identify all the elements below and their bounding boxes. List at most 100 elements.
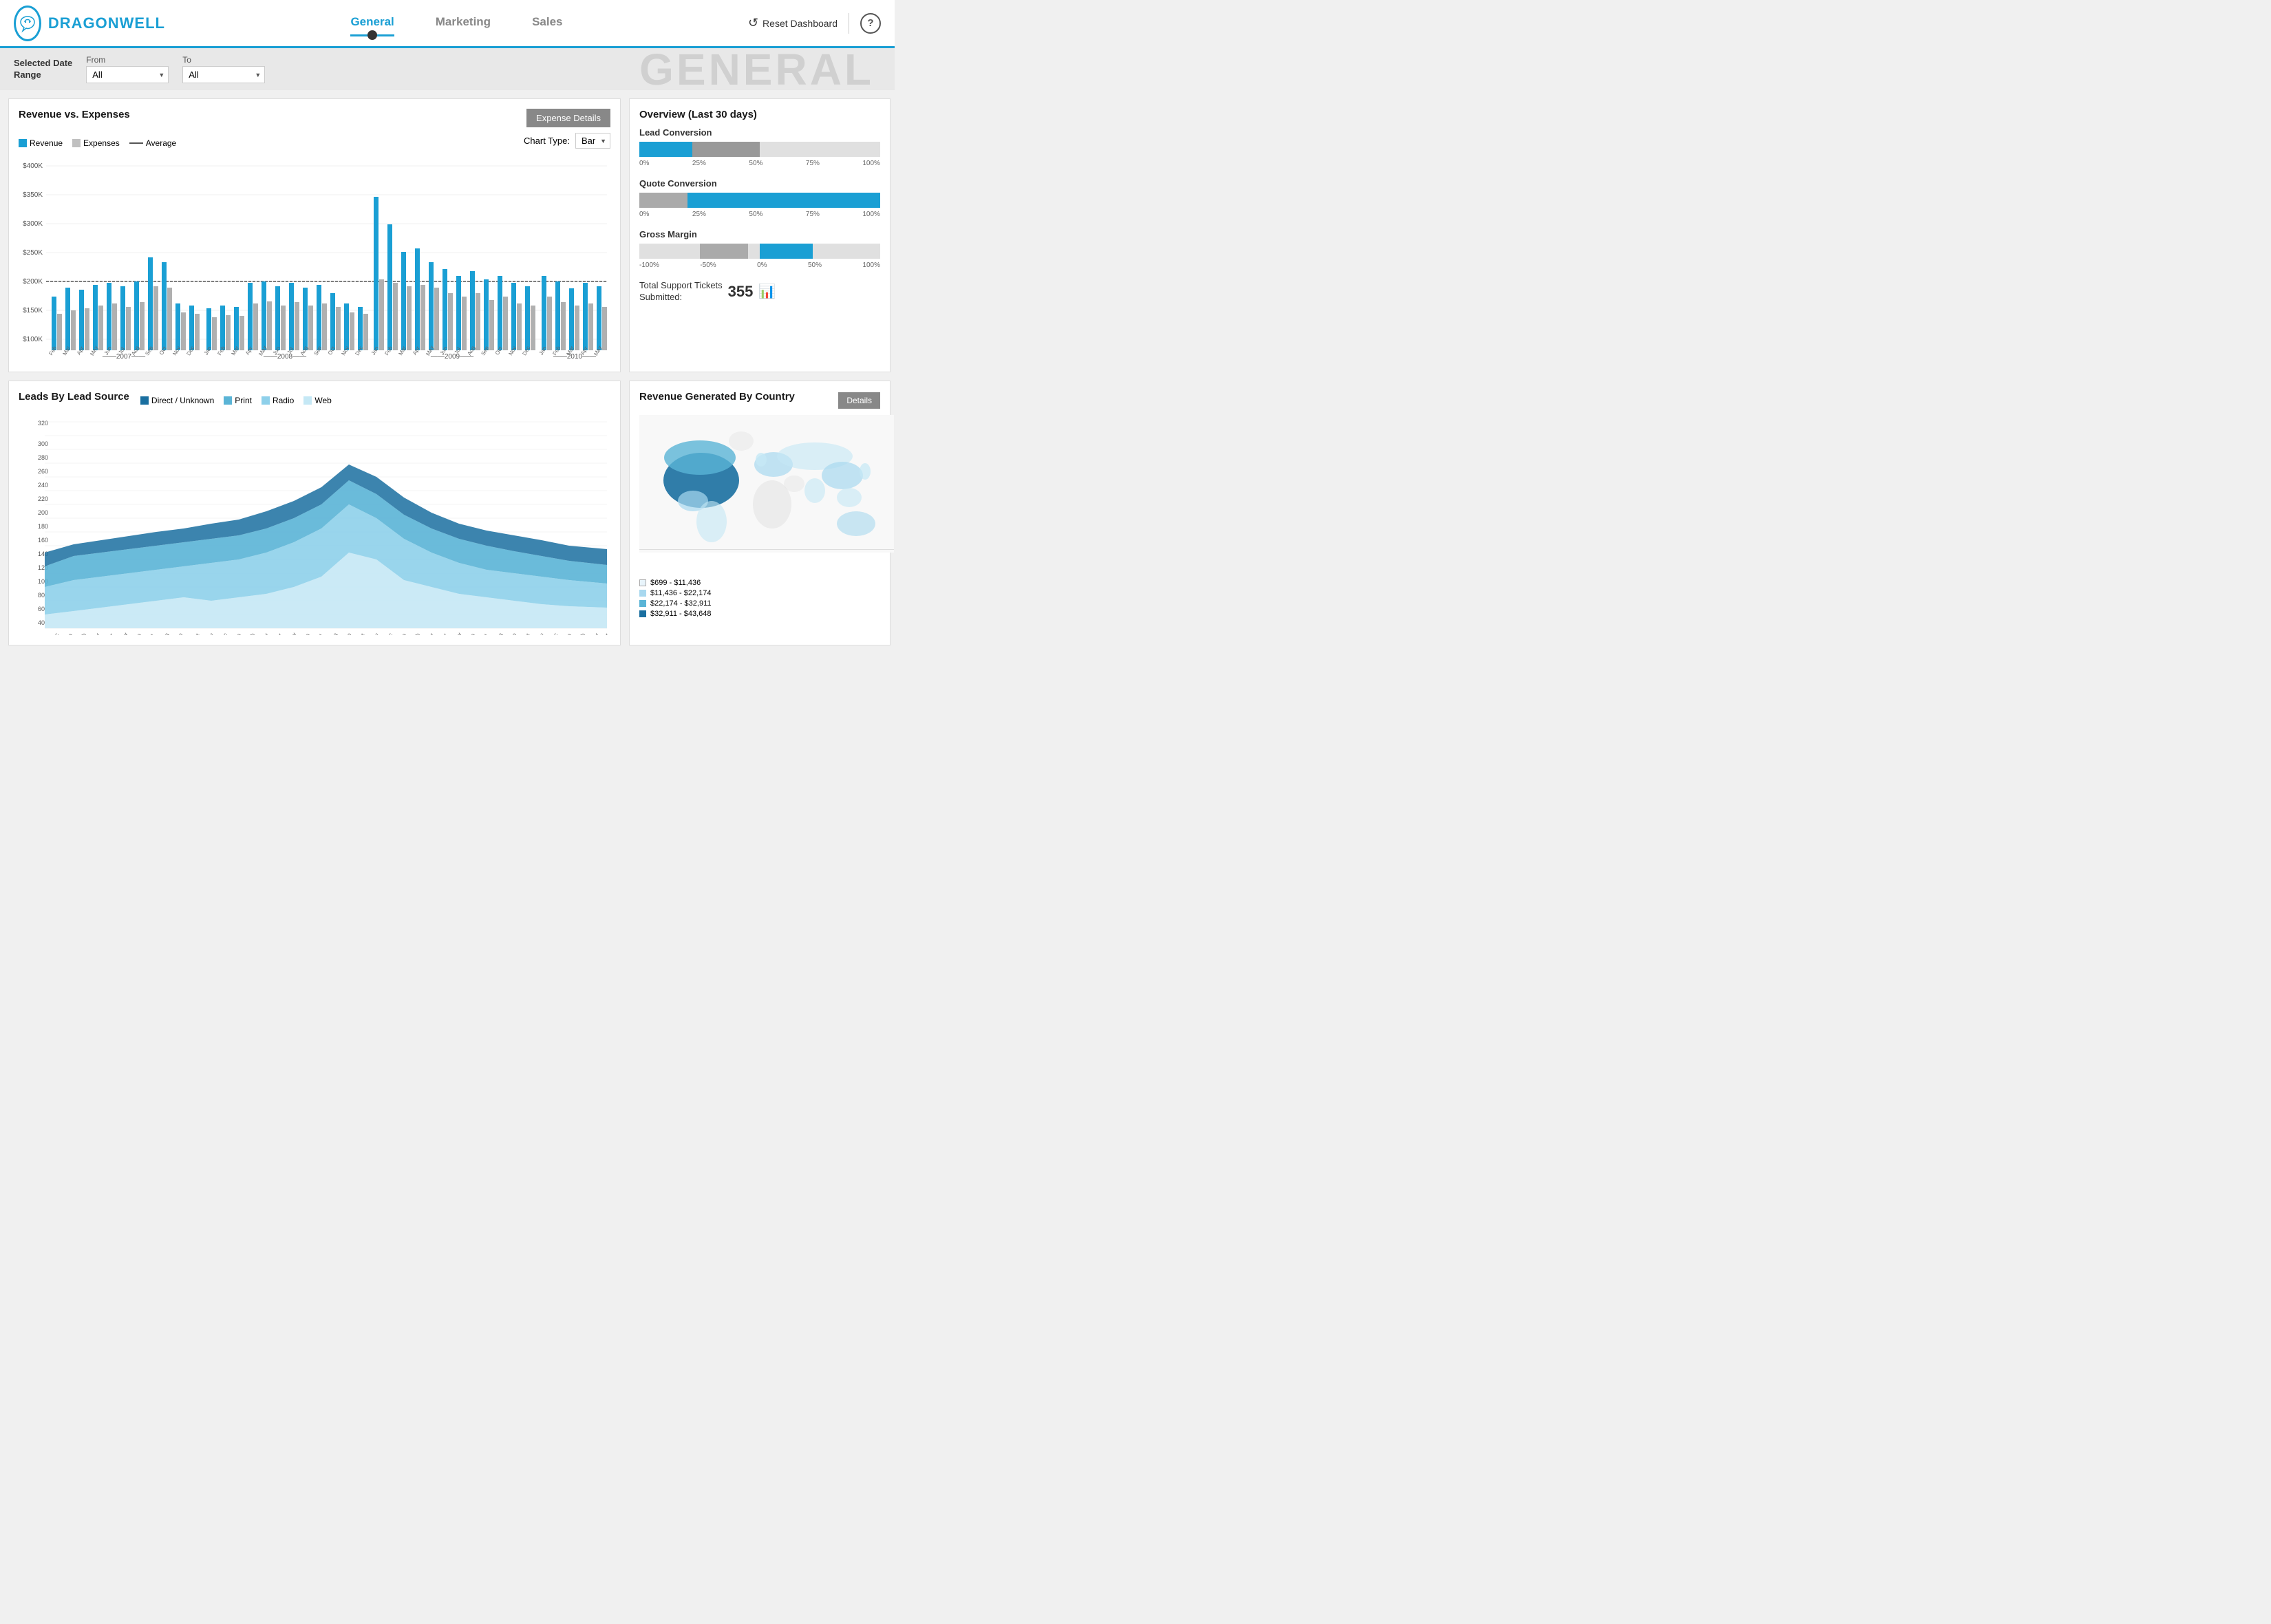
from-select[interactable]: All bbox=[86, 66, 169, 83]
svg-text:60: 60 bbox=[38, 606, 45, 612]
svg-text:——2010——: ——2010—— bbox=[553, 353, 596, 361]
svg-text:Dec: Dec bbox=[50, 632, 60, 635]
svg-text:160: 160 bbox=[38, 537, 48, 544]
map-details-button[interactable]: Details bbox=[838, 392, 880, 409]
svg-text:Nov: Nov bbox=[340, 345, 350, 356]
legend-expenses-dot bbox=[72, 139, 81, 147]
svg-text:Aug: Aug bbox=[160, 632, 170, 635]
map-legend: $699 - $11,436 $11,436 - $22,174 $22,174… bbox=[639, 579, 880, 618]
map-card: Revenue Generated By Country Details bbox=[629, 381, 891, 645]
lead-conversion-gray bbox=[692, 142, 760, 157]
expense-details-button[interactable]: Expense Details bbox=[526, 109, 610, 127]
legend-direct: Direct / Unknown bbox=[140, 396, 214, 405]
revenue-chart-title: Revenue vs. Expenses bbox=[19, 109, 130, 120]
reset-dashboard-button[interactable]: ↺ Reset Dashboard bbox=[748, 16, 838, 30]
svg-text:Dec: Dec bbox=[548, 632, 559, 635]
legend-range-2: $11,436 - $22,174 bbox=[639, 589, 880, 597]
svg-text:Feb: Feb bbox=[576, 632, 586, 635]
gross-margin-metric: Gross Margin -100%-50%0%50%100% bbox=[639, 229, 880, 269]
world-map-svg bbox=[639, 415, 894, 573]
nav-tab-marketing[interactable]: Marketing bbox=[436, 10, 491, 36]
svg-text:Nov: Nov bbox=[204, 632, 215, 635]
lead-conversion-bar bbox=[639, 142, 880, 157]
svg-text:Oct: Oct bbox=[191, 632, 201, 635]
filter-label: Selected DateRange bbox=[14, 58, 72, 81]
svg-text:Aug: Aug bbox=[299, 345, 309, 356]
chart-header: Revenue vs. Expenses Expense Details bbox=[19, 109, 610, 127]
svg-text:$400K: $400K bbox=[23, 162, 43, 170]
svg-text:Nov: Nov bbox=[370, 632, 380, 635]
to-select[interactable]: All bbox=[182, 66, 265, 83]
svg-text:Mar: Mar bbox=[397, 345, 407, 356]
legend-print: Print bbox=[224, 396, 252, 405]
to-label: To bbox=[182, 55, 265, 65]
chart-type-select[interactable]: Bar bbox=[575, 133, 610, 149]
legend-range-3-dot bbox=[639, 600, 646, 607]
svg-text:Mar: Mar bbox=[425, 632, 435, 635]
main-content: Revenue vs. Expenses Expense Details Rev… bbox=[0, 90, 895, 654]
legend-direct-dot bbox=[140, 396, 149, 405]
svg-text:Jan: Jan bbox=[233, 632, 242, 635]
legend-radio-dot bbox=[262, 396, 270, 405]
svg-text:Aug: Aug bbox=[493, 632, 504, 635]
chart-legend: Revenue Expenses Average bbox=[19, 138, 176, 148]
support-tickets-count: 355 bbox=[728, 283, 754, 301]
active-indicator bbox=[367, 30, 377, 40]
leads-area-chart: 320 300 280 260 240 220 200 180 160 140 … bbox=[19, 415, 610, 635]
svg-text:Jul: Jul bbox=[480, 633, 489, 635]
help-button[interactable]: ? bbox=[860, 13, 881, 34]
svg-text:Oct: Oct bbox=[327, 345, 337, 356]
chart-icon: 📊 bbox=[758, 283, 776, 300]
svg-text:Jul: Jul bbox=[315, 633, 324, 635]
svg-text:Jun: Jun bbox=[301, 632, 311, 635]
svg-text:Jun: Jun bbox=[133, 632, 142, 635]
legend-range-2-dot bbox=[639, 590, 646, 597]
legend-range-4-dot bbox=[639, 610, 646, 617]
svg-text:280: 280 bbox=[38, 454, 48, 461]
svg-text:Mar: Mar bbox=[61, 345, 72, 356]
nav-tab-general[interactable]: General bbox=[350, 10, 394, 36]
svg-text:180: 180 bbox=[38, 523, 48, 530]
support-tickets-label: Total Support TicketsSubmitted: bbox=[639, 280, 723, 303]
legend-range-4: $32,911 - $43,648 bbox=[639, 610, 880, 618]
nav-tab-sales[interactable]: Sales bbox=[532, 10, 562, 36]
svg-text:Jan: Jan bbox=[563, 632, 573, 635]
leads-chart-title: Leads By Lead Source bbox=[19, 391, 129, 403]
legend-web-dot bbox=[303, 396, 312, 405]
svg-text:Oct: Oct bbox=[494, 345, 504, 356]
svg-text:Mar: Mar bbox=[590, 632, 600, 635]
svg-text:Sep: Sep bbox=[173, 632, 184, 635]
svg-text:Oct: Oct bbox=[356, 632, 366, 635]
overview-title: Overview (Last 30 days) bbox=[639, 109, 880, 120]
svg-text:Jun: Jun bbox=[467, 632, 476, 635]
to-select-wrapper: All bbox=[182, 66, 265, 83]
from-filter-group: From All bbox=[86, 55, 169, 83]
svg-text:$200K: $200K bbox=[23, 278, 43, 286]
map-chart-title: Revenue Generated By Country bbox=[639, 391, 795, 403]
svg-text:220: 220 bbox=[38, 495, 48, 502]
svg-text:Aug: Aug bbox=[466, 345, 476, 356]
svg-text:Feb: Feb bbox=[77, 632, 87, 635]
legend-revenue: Revenue bbox=[19, 138, 63, 148]
legend-range-1-dot bbox=[639, 579, 646, 586]
svg-text:Apr: Apr bbox=[439, 632, 449, 635]
svg-text:May: May bbox=[452, 632, 462, 635]
svg-text:Mar: Mar bbox=[259, 632, 270, 635]
lead-conversion-axis: 0%25%50%75%100% bbox=[639, 160, 880, 167]
svg-text:Apr: Apr bbox=[274, 632, 284, 635]
revenue-expenses-card: Revenue vs. Expenses Expense Details Rev… bbox=[8, 98, 621, 372]
overview-card: Overview (Last 30 days) Lead Conversion … bbox=[629, 98, 891, 372]
svg-text:$250K: $250K bbox=[23, 249, 43, 257]
svg-text:Nov: Nov bbox=[507, 345, 518, 356]
svg-text:Jan: Jan bbox=[64, 632, 74, 635]
svg-text:Sep: Sep bbox=[507, 632, 518, 635]
leads-legend: Direct / Unknown Print Radio Web bbox=[140, 396, 332, 405]
svg-text:80: 80 bbox=[38, 592, 45, 599]
header-actions: ↺ Reset Dashboard ? bbox=[748, 13, 881, 34]
svg-text:May: May bbox=[287, 632, 297, 635]
svg-text:Feb: Feb bbox=[383, 345, 394, 356]
support-tickets-row: Total Support TicketsSubmitted: 355 📊 bbox=[639, 280, 880, 303]
svg-text:Jul: Jul bbox=[147, 633, 156, 635]
legend-expenses: Expenses bbox=[72, 138, 120, 148]
svg-text:Dec: Dec bbox=[383, 632, 394, 635]
